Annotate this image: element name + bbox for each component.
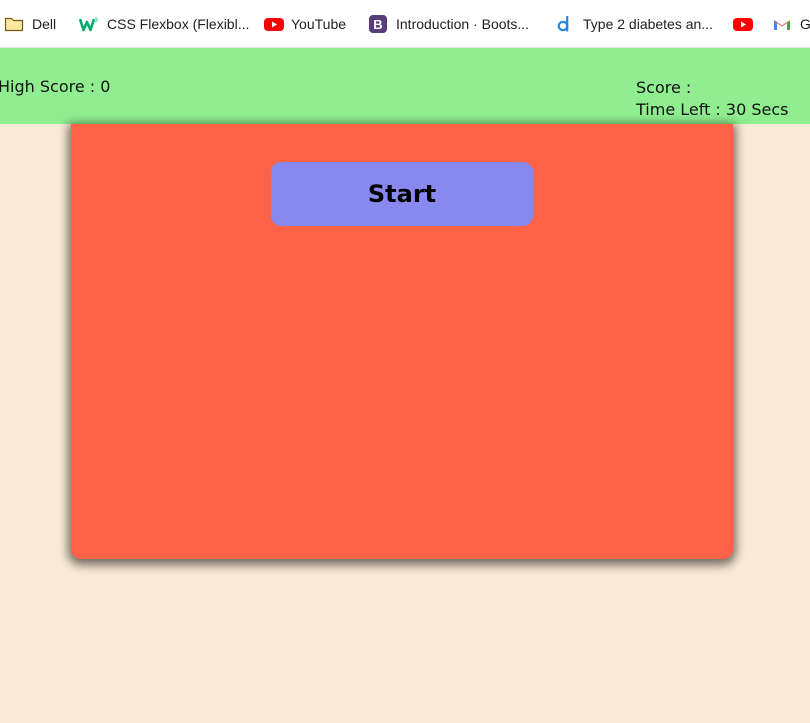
gmail-icon [772,15,792,33]
high-score-label: High Score : 0 [0,77,111,96]
game-board[interactable]: Start [71,124,733,559]
time-left-label: Time Left : 30 Secs [636,100,789,119]
svg-text:3: 3 [95,18,99,24]
bookmarks-bar: Dell 3 CSS Flexbox (Flexibl... YouTube B… [0,0,810,48]
bookmark-label: Introduction · Boots... [396,16,530,32]
bookmark-diabetes[interactable]: Type 2 diabetes an... [555,13,713,35]
bookmark-youtube-2[interactable] [732,13,760,35]
folder-icon [4,15,24,33]
site-d-icon [555,15,575,33]
bookmark-label: YouTube [291,16,347,32]
bookmark-label: CSS Flexbox (Flexibl... [107,16,250,32]
score-panel: Score : Time Left : 30 Secs [636,77,788,121]
bookmark-gmail[interactable]: G [772,13,810,35]
youtube-icon [263,15,284,33]
score-label: Score : [636,78,692,97]
bookmark-youtube[interactable]: YouTube [263,13,346,35]
bookmark-bootstrap[interactable]: B Introduction · Boots... [368,13,529,35]
bookmark-label: G [800,16,810,32]
bookmark-css-flexbox[interactable]: 3 CSS Flexbox (Flexibl... [79,13,249,35]
bookmark-dell[interactable]: Dell [4,13,56,35]
score-header: High Score : 0 Score : Time Left : 30 Se… [0,48,810,124]
w3schools-icon: 3 [79,15,99,33]
bootstrap-icon: B [368,15,388,33]
svg-text:B: B [373,17,382,32]
bookmark-label: Dell [32,16,57,32]
bookmark-label: Type 2 diabetes an... [583,16,713,32]
start-button[interactable]: Start [271,162,533,226]
youtube-icon [732,15,753,33]
